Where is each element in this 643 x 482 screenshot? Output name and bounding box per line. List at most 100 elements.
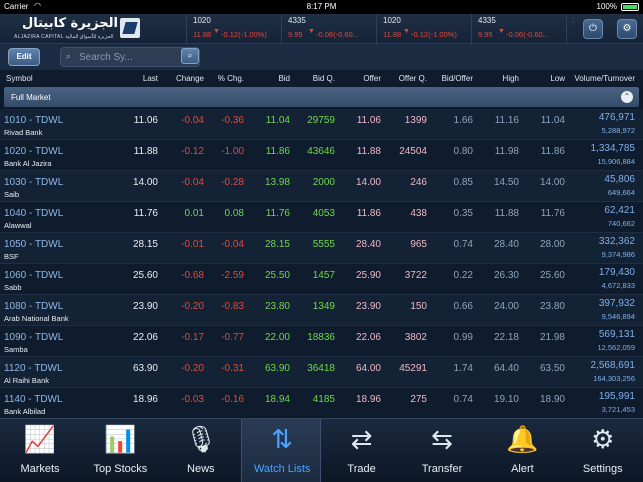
tab-markets[interactable]: 📈 Markets (0, 419, 80, 482)
cell-offerq: 246 (410, 177, 427, 188)
tab-label: Watch Lists (253, 463, 311, 475)
cell-bid: 11.76 (265, 208, 290, 219)
cell-bo: 1.74 (453, 363, 473, 374)
cell-bidq: 1349 (312, 301, 335, 312)
col-bid-qty[interactable]: Bid Q. (313, 74, 335, 83)
chevron-up-icon[interactable]: ⌃ (621, 91, 633, 103)
price-ticker[interactable]: 1020 11.88 ▼ -0.12(-1.00%) 4335 9.95 ▼ -0.06(-0… (186, 14, 574, 44)
table-row[interactable]: 1120 - TDWL Al Raihi Bank 63.90 -0.20 -0.31 6… (0, 357, 643, 388)
app-window: Carrier ◠ 8:17 PM 100% الجزيرة كابيتال A… (0, 0, 643, 482)
cell-bo: 0.66 (453, 301, 473, 312)
search-box[interactable]: ⌕ (60, 47, 200, 67)
cell-last: 23.90 (132, 301, 158, 312)
cell-pct: -0.16 (221, 394, 244, 405)
cell-change: -0.20 (181, 363, 204, 374)
tab-settings[interactable]: ⚙ Settings (563, 419, 643, 482)
table-row[interactable]: 1080 - TDWL Arab National Bank 23.90 -0.20 -… (0, 295, 643, 326)
cell-high: 28.40 (493, 239, 519, 250)
tab-watch-lists[interactable]: ⇅ Watch Lists (241, 419, 322, 482)
row-company-name: Sabb (4, 283, 22, 292)
col-last[interactable]: Last (143, 74, 158, 83)
ticker-symbol: 1020 (383, 16, 401, 25)
ticker-item[interactable]: 4335 9.95 ▼ -0.06(-0.60... (281, 14, 376, 44)
col-offer[interactable]: Offer (363, 74, 381, 83)
ticker-change: -0.06(-0.60... (316, 30, 359, 39)
col-change[interactable]: Change (176, 74, 204, 83)
col-pct-change[interactable]: % Chg. (218, 74, 244, 83)
power-icon[interactable]: ⏻ (583, 19, 603, 39)
col-bid[interactable]: Bid (278, 74, 290, 83)
cell-high: 11.88 (494, 208, 519, 219)
row-symbol[interactable]: 1030 - TDWL (4, 177, 63, 188)
tab-news[interactable]: 🎙 News (161, 419, 241, 482)
table-row[interactable]: 1050 - TDWL BSF 28.15 -0.01 -0.04 28.15 5555 28… (0, 233, 643, 264)
table-row[interactable]: 1010 - TDWL Rivad Bank 11.06 -0.04 -0.36 11.0… (0, 109, 643, 140)
search-icon: ⌕ (66, 51, 72, 61)
gear-icon[interactable]: ⚙ (617, 19, 637, 39)
ticker-item[interactable]: 4335 9.95 ▼ -0.06(-0.60... (471, 14, 566, 44)
table-row[interactable]: 1140 - TDWL Bank Albilad 18.96 -0.03 -0.16 18… (0, 388, 643, 416)
row-symbol[interactable]: 1120 - TDWL (4, 363, 63, 374)
cell-low: 11.76 (540, 208, 565, 219)
row-company-name: Bank Albilad (4, 407, 46, 416)
watchlist-table: 1010 - TDWL Rivad Bank 11.06 -0.04 -0.36 11.0… (0, 109, 643, 416)
row-symbol[interactable]: 1010 - TDWL (4, 115, 63, 126)
tab-alert[interactable]: 🔔 Alert (482, 419, 562, 482)
search-input[interactable] (79, 50, 179, 64)
cell-bidq: 29759 (307, 115, 335, 126)
ticker-item[interactable]: 1020 11.88 ▼ -0.12(-1.00%) (376, 14, 471, 44)
cell-offerq: 965 (410, 239, 427, 250)
cell-change: -0.03 (181, 394, 204, 405)
ticker-item[interactable]: 1020 11.88 ▼ -0.12(-1.00%) (186, 14, 281, 44)
cell-bid: 25.50 (264, 270, 290, 281)
cell-offer: 64.00 (355, 363, 381, 374)
ticker-item[interactable]: 10 11 (566, 14, 574, 44)
ticker-price: 9.95 (478, 30, 493, 39)
cell-pct: -0.36 (221, 115, 244, 126)
col-symbol[interactable]: Symbol (6, 74, 33, 83)
table-row[interactable]: 1040 - TDWL Alawwal 11.76 0.01 0.08 11.76 4053… (0, 202, 643, 233)
search-button[interactable]: ⌕ (181, 48, 199, 64)
row-symbol[interactable]: 1080 - TDWL (4, 301, 63, 312)
row-symbol[interactable]: 1060 - TDWL (4, 270, 63, 281)
tab-top-stocks[interactable]: 📊 Top Stocks (80, 419, 160, 482)
cell-bidq: 5555 (312, 239, 335, 250)
cell-offer: 14.00 (355, 177, 381, 188)
col-volume-turnover[interactable]: Volume/Turnover (574, 74, 635, 83)
row-symbol[interactable]: 1020 - TDWL (4, 146, 63, 157)
cell-turnover: 15,906,884 (597, 157, 635, 166)
col-high[interactable]: High (503, 74, 519, 83)
cell-change: -0.04 (181, 115, 204, 126)
row-symbol[interactable]: 1140 - TDWL (4, 394, 63, 405)
cell-offer: 11.88 (356, 146, 381, 157)
tab-trade[interactable]: ⇄ Trade (322, 419, 402, 482)
tab-label: Markets (20, 463, 60, 475)
row-company-name: Arab National Bank (4, 314, 69, 323)
cell-offerq: 150 (410, 301, 427, 312)
tab-transfer[interactable]: ⇆ Transfer (402, 419, 482, 482)
cell-turnover: 12,562,059 (597, 343, 635, 352)
col-low[interactable]: Low (550, 74, 565, 83)
ticker-price: 9.95 (288, 30, 303, 39)
row-company-name: Al Raihi Bank (4, 376, 50, 385)
row-symbol[interactable]: 1090 - TDWL (4, 332, 63, 343)
cell-last: 11.76 (133, 208, 158, 219)
row-symbol[interactable]: 1040 - TDWL (4, 208, 63, 219)
col-offer-qty[interactable]: Offer Q. (399, 74, 427, 83)
row-symbol[interactable]: 1050 - TDWL (4, 239, 63, 250)
aljazira-logo: الجزيرة كابيتال ALJAZIRA CAPITAL الجزيرة… (12, 16, 142, 42)
col-bid-offer[interactable]: Bid/Offer (442, 74, 473, 83)
edit-button[interactable]: Edit (8, 48, 40, 66)
table-row[interactable]: 1020 - TDWL Bank Al Jazira 11.88 -0.12 -1.00… (0, 140, 643, 171)
down-arrow-icon: ▼ (498, 28, 505, 35)
logo-mark-icon (120, 18, 140, 38)
cell-turnover: 164,303,256 (593, 374, 635, 383)
cell-turnover: 3,721,453 (601, 405, 635, 414)
table-row[interactable]: 1090 - TDWL Samba 22.06 -0.17 -0.77 22.00 1883… (0, 326, 643, 357)
cell-bidq: 1457 (312, 270, 335, 281)
cell-bo: 0.85 (453, 177, 473, 188)
table-row[interactable]: 1060 - TDWL Sabb 25.60 -0.68 -2.59 25.50 1457 2… (0, 264, 643, 295)
cell-low: 11.86 (540, 146, 565, 157)
group-header-full-market[interactable]: Full Market ⌃ (4, 87, 639, 107)
table-row[interactable]: 1030 - TDWL Saib 14.00 -0.04 -0.28 13.98 2000 1… (0, 171, 643, 202)
